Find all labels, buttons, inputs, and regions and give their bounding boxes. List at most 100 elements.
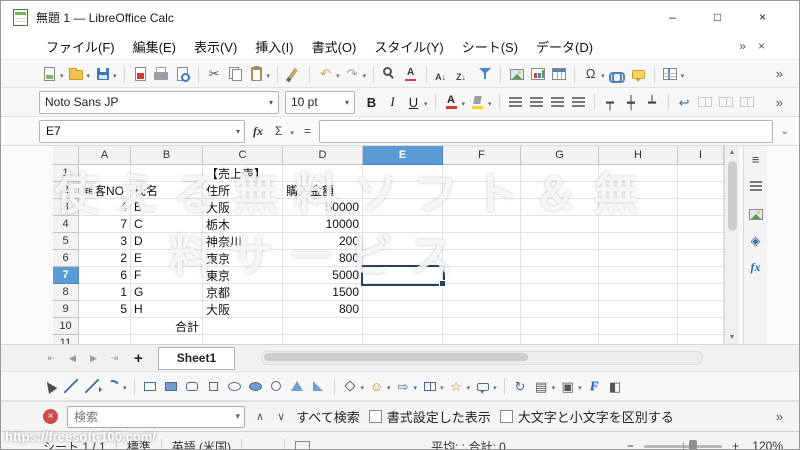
stars-and-banners-icon[interactable]: ☆ [447,375,466,397]
cell-A1[interactable] [79,165,131,182]
cell-I5[interactable] [678,233,724,250]
horizontal-scrollbar[interactable] [261,351,703,365]
functions-deck-icon[interactable]: fx [746,259,765,275]
line-ends-with-arrow-icon[interactable] [82,375,101,397]
cell-D11[interactable] [283,335,363,344]
column-header-H[interactable]: H [599,146,678,165]
arrange-dropdown-icon[interactable]: ▾ [578,384,582,392]
cell-G5[interactable] [521,233,599,250]
justified-icon[interactable] [569,91,588,113]
menu-file[interactable]: ファイル(F) [37,33,124,59]
cell-D6[interactable]: 800 [283,250,363,267]
cell-I9[interactable] [678,301,724,318]
cell-C9[interactable]: 大阪 [203,301,283,318]
font-color-icon[interactable] [442,91,461,113]
undo-dropdown-icon[interactable]: ▾ [336,72,340,80]
cell-I11[interactable] [678,335,724,344]
sheet-tab-sheet1[interactable]: Sheet1 [158,347,235,370]
cell-B8[interactable]: G [131,284,203,301]
cell-F1[interactable] [443,165,521,182]
column-header-G[interactable]: G [521,146,599,165]
scroll-up-icon[interactable]: ▲ [729,146,736,159]
wrap-text-icon[interactable]: ↩ [675,91,694,113]
align-top-icon[interactable]: ┯ [601,91,620,113]
row-header-4[interactable]: 4 [53,216,79,233]
cell-E5[interactable] [363,233,443,250]
cell-I6[interactable] [678,250,724,267]
cell-C1[interactable]: 【売上表】 [203,165,283,182]
next-sheet-icon[interactable]: ▶ [84,347,103,369]
row-header-7[interactable]: 7 [53,267,79,284]
cell-B5[interactable]: D [131,233,203,250]
cell-H4[interactable] [599,216,678,233]
align-objects-icon[interactable]: ▤ [532,375,551,397]
circle-icon[interactable] [267,375,286,397]
zoom-slider-thumb[interactable] [689,440,697,450]
cell-E10[interactable] [363,318,443,335]
row-header-1[interactable]: 1 [53,165,79,182]
column-header-F[interactable]: F [443,146,521,165]
cell-H9[interactable] [599,301,678,318]
cell-G4[interactable] [521,216,599,233]
row-header-6[interactable]: 6 [53,250,79,267]
cell-A4[interactable]: 7 [79,216,131,233]
cell-B4[interactable]: C [131,216,203,233]
row-header-2[interactable]: 2 [53,182,79,199]
menu-edit[interactable]: 編集(E) [124,33,185,59]
cell-H10[interactable] [599,318,678,335]
scroll-down-icon[interactable]: ▼ [729,331,736,344]
column-header-C[interactable]: C [203,146,283,165]
insert-pivot-table-icon[interactable] [549,63,568,85]
insert-special-characters-dropdown-icon[interactable]: ▾ [601,72,605,80]
cell-H11[interactable] [599,335,678,344]
function-wizard-icon[interactable]: fx [249,124,267,139]
font-size-dropdown-icon[interactable]: ▾ [339,98,349,107]
cell-D7[interactable]: 5000 [283,267,363,284]
menu-data[interactable]: データ(D) [527,33,602,59]
underline-icon[interactable]: U [404,91,423,113]
underline-dropdown-icon[interactable]: ▾ [424,100,428,108]
language-status[interactable]: 英語 (米国) [172,438,231,450]
basic-shapes-icon[interactable] [341,375,360,397]
menubar-overflow-icon[interactable]: » [739,39,746,53]
vertical-scrollbar-thumb[interactable] [728,161,737,231]
last-sheet-icon[interactable]: ⇥ [105,347,124,369]
cell-F3[interactable] [443,199,521,216]
column-header-D[interactable]: D [283,146,363,165]
ellipse-filled-icon[interactable] [246,375,265,397]
cell-F4[interactable] [443,216,521,233]
cell-B1[interactable] [131,165,203,182]
center-vertically-icon[interactable]: ┿ [622,91,641,113]
open-file-icon[interactable] [67,63,86,85]
cell-I10[interactable] [678,318,724,335]
new-document-dropdown-icon[interactable]: ▾ [60,72,64,80]
cell-G6[interactable] [521,250,599,267]
search-box[interactable]: ▾ [67,406,245,428]
first-sheet-icon[interactable]: ⇤ [42,347,61,369]
page-style-status[interactable]: 標準 [127,438,151,450]
cell-H3[interactable] [599,199,678,216]
font-size-combobox[interactable]: 10 pt ▾ [285,91,355,114]
cell-A8[interactable]: 1 [79,284,131,301]
spelling-icon[interactable] [401,63,420,85]
sort-ascending-icon[interactable] [433,63,452,85]
cell-D8[interactable]: 1500 [283,284,363,301]
cell-B2[interactable]: 氏名 [131,182,203,199]
cell-G11[interactable] [521,335,599,344]
cell-C10[interactable] [203,318,283,335]
cell-H2[interactable] [599,182,678,199]
cell-G1[interactable] [521,165,599,182]
cell-E8[interactable] [363,284,443,301]
character-highlighting-color-dropdown-icon[interactable]: ▾ [488,100,492,108]
insert-hyperlink-icon[interactable] [608,63,627,85]
row-header-9[interactable]: 9 [53,301,79,318]
cell-B9[interactable]: H [131,301,203,318]
cell-A7[interactable]: 6 [79,267,131,284]
cell-F10[interactable] [443,318,521,335]
cell-H8[interactable] [599,284,678,301]
gallery-deck-icon[interactable] [746,205,765,221]
block-arrows-icon[interactable]: ⇨ [394,375,413,397]
zoom-out-icon[interactable]: − [627,439,634,450]
close-button[interactable]: × [740,1,785,33]
cell-A6[interactable]: 2 [79,250,131,267]
